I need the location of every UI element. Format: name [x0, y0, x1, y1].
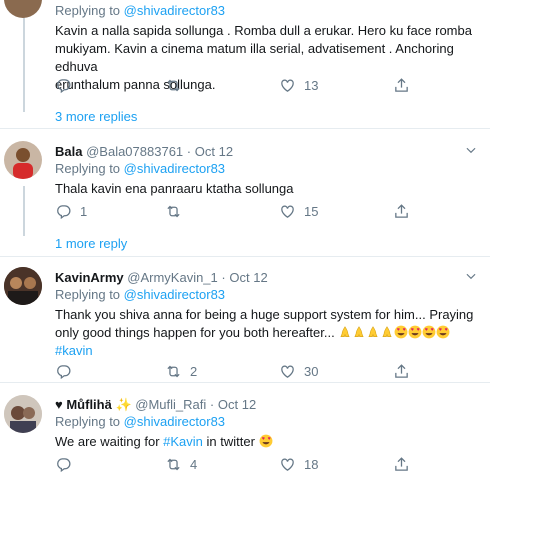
tweet-date[interactable]: Oct 12	[229, 270, 267, 285]
replying-to: Replying to @shivadirector83	[55, 287, 226, 302]
show-more-replies-link[interactable]: 3 more replies	[55, 109, 137, 124]
hashtag-link[interactable]: #kavin	[55, 343, 93, 358]
share-icon	[393, 363, 410, 380]
replying-to: Replying to @shivadirector83	[55, 3, 226, 18]
share-button[interactable]	[393, 454, 410, 474]
tweet-header: KavinArmy @ArmyKavin_1 · Oct 12	[55, 270, 268, 285]
tweet[interactable]: Replying to @shivadirector83 Kavin a nal…	[0, 0, 490, 129]
display-name[interactable]: Můflihä	[66, 397, 112, 412]
like-button[interactable]: 15	[279, 201, 318, 221]
praying-hands-icon	[338, 325, 352, 339]
tweet-text: We are waiting for #Kavin in twitter	[55, 433, 490, 451]
heart-eyes-icon	[436, 325, 450, 339]
retweet-button[interactable]	[165, 75, 190, 95]
tweet-date[interactable]: Oct 12	[218, 397, 256, 412]
avatar[interactable]	[4, 395, 42, 433]
share-button[interactable]	[393, 201, 410, 221]
tweet[interactable]: Bala @Bala07883761 · Oct 12 Replying to …	[0, 129, 490, 257]
tweet-text: Thala kavin ena panraaru ktatha sollunga	[55, 181, 294, 196]
replying-to: Replying to @shivadirector83	[55, 414, 226, 429]
share-icon	[393, 77, 410, 94]
retweet-icon	[165, 77, 182, 94]
heart-icon: ♥	[55, 397, 63, 412]
tweet-header: ♥ Můflihä ✨ @Mufli_Rafi · Oct 12	[55, 397, 257, 412]
heart-eyes-icon	[422, 325, 436, 339]
share-button[interactable]	[393, 361, 410, 381]
like-count: 30	[304, 363, 319, 379]
share-button[interactable]	[393, 75, 410, 95]
heart-eyes-icon	[394, 325, 408, 339]
reply-to-link[interactable]: @shivadirector83	[124, 287, 225, 302]
like-button[interactable]: 13	[279, 75, 318, 95]
user-handle[interactable]: @Bala07883761	[86, 144, 183, 159]
hashtag-link[interactable]: #Kavin	[163, 434, 203, 449]
display-name[interactable]: KavinArmy	[55, 270, 124, 285]
retweet-button[interactable]: 4	[165, 454, 197, 474]
reply-icon	[55, 363, 72, 380]
like-count: 13	[304, 77, 319, 93]
praying-hands-icon	[352, 325, 366, 339]
reply-button[interactable]	[55, 75, 72, 95]
tweet[interactable]: KavinArmy @ArmyKavin_1 · Oct 12 Replying…	[0, 257, 490, 383]
share-icon	[393, 456, 410, 473]
reply-to-link[interactable]: @shivadirector83	[124, 3, 225, 18]
reply-icon	[55, 456, 72, 473]
heart-eyes-icon	[259, 434, 273, 448]
reply-icon	[55, 77, 72, 94]
reply-count: 1	[80, 203, 88, 219]
tweet-header: Bala @Bala07883761 · Oct 12	[55, 144, 234, 159]
praying-hands-icon	[366, 325, 380, 339]
like-icon	[279, 77, 296, 94]
chevron-down-icon[interactable]	[464, 143, 478, 157]
share-icon	[393, 203, 410, 220]
reply-to-link[interactable]: @shivadirector83	[124, 161, 225, 176]
user-handle[interactable]: @Mufli_Rafi	[135, 397, 206, 412]
like-icon	[279, 456, 296, 473]
tweet-text: Thank you shiva anna for being a huge su…	[55, 307, 474, 358]
user-handle[interactable]: @ArmyKavin_1	[127, 270, 218, 285]
like-button[interactable]: 18	[279, 454, 318, 474]
reply-button[interactable]	[55, 361, 72, 381]
retweet-icon	[165, 203, 182, 220]
like-button[interactable]: 30	[279, 361, 318, 381]
chevron-down-icon[interactable]	[464, 269, 478, 283]
display-name[interactable]: Bala	[55, 144, 82, 159]
like-icon	[279, 203, 296, 220]
like-icon	[279, 363, 296, 380]
avatar[interactable]	[4, 267, 42, 305]
show-more-replies-link[interactable]: 1 more reply	[55, 236, 127, 251]
replying-to: Replying to @shivadirector83	[55, 161, 226, 176]
tweet-date[interactable]: Oct 12	[195, 144, 233, 159]
reply-button[interactable]: 1	[55, 201, 87, 221]
avatar[interactable]	[4, 141, 42, 179]
retweet-count: 4	[190, 456, 198, 472]
reply-to-link[interactable]: @shivadirector83	[124, 414, 225, 429]
retweet-count: 2	[190, 363, 198, 379]
retweet-button[interactable]	[165, 201, 190, 221]
retweet-button[interactable]: 2	[165, 361, 197, 381]
avatar[interactable]	[4, 0, 42, 18]
tweet[interactable]: ♥ Můflihä ✨ @Mufli_Rafi · Oct 12 Replyin…	[0, 383, 490, 493]
praying-hands-icon	[380, 325, 394, 339]
retweet-icon	[165, 456, 182, 473]
heart-eyes-icon	[408, 325, 422, 339]
reply-icon	[55, 203, 72, 220]
sparkle-icon: ✨	[115, 397, 132, 412]
reply-button[interactable]	[55, 454, 72, 474]
like-count: 18	[304, 456, 319, 472]
retweet-icon	[165, 363, 182, 380]
like-count: 15	[304, 203, 319, 219]
